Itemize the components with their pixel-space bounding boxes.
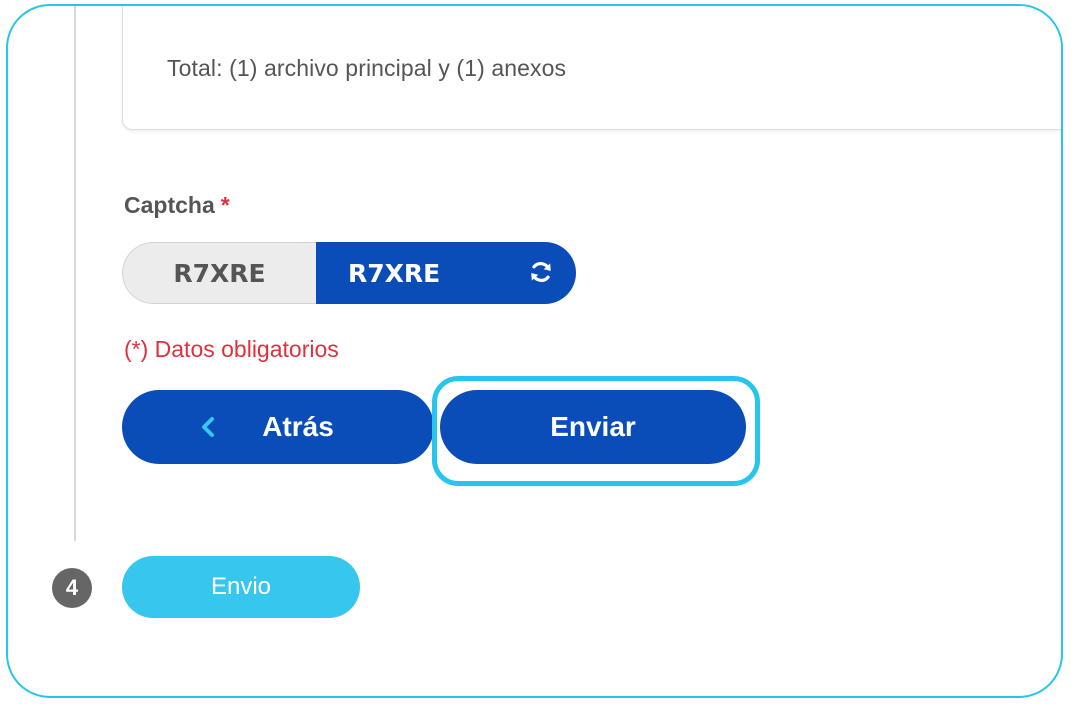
back-button[interactable]: Atrás: [122, 390, 434, 464]
captcha-label-text: Captcha: [124, 192, 215, 218]
captcha-group: R7XRE R7XRE: [122, 242, 576, 304]
send-button-label: Enviar: [550, 411, 636, 442]
step-envio-pill[interactable]: Envio: [122, 556, 360, 618]
attachments-total-text: Total: (1) archivo principal y (1) anexo…: [167, 55, 567, 81]
step-connector-line: [74, 6, 76, 541]
attachments-summary-panel: Total: (1) archivo principal y (1) anexo…: [122, 6, 1061, 130]
send-button[interactable]: Enviar: [440, 390, 746, 464]
captcha-label: Captcha *: [124, 192, 230, 219]
chevron-left-icon: [202, 417, 214, 437]
back-button-label: Atrás: [262, 411, 334, 442]
captcha-input[interactable]: R7XRE: [316, 242, 576, 304]
wizard-frame: Total: (1) archivo principal y (1) anexo…: [6, 4, 1063, 698]
captcha-input-value: R7XRE: [348, 258, 441, 288]
step-number-badge: 4: [52, 568, 92, 608]
captcha-image: R7XRE: [122, 242, 316, 304]
required-fields-note: (*) Datos obligatorios: [124, 336, 339, 362]
required-asterisk: *: [220, 192, 230, 218]
refresh-icon[interactable]: [528, 259, 554, 285]
